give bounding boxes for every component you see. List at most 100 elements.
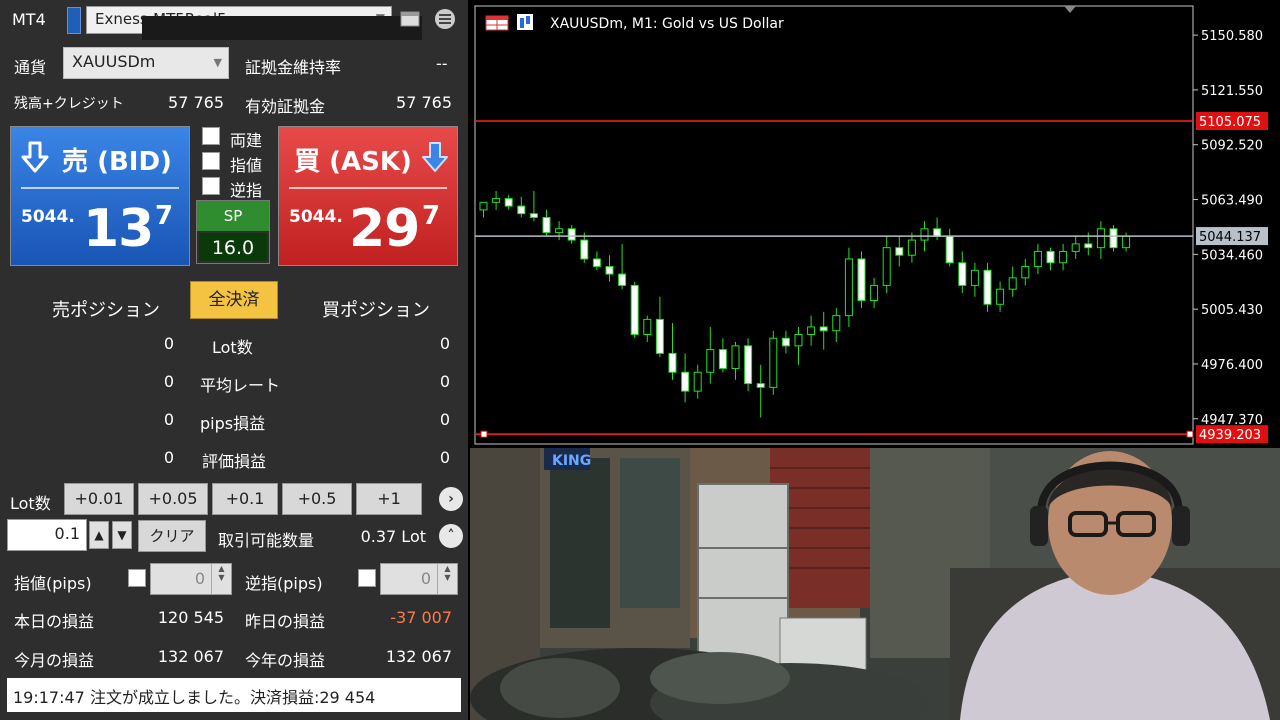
- candle-body: [668, 352, 677, 373]
- candle-body: [1008, 277, 1017, 290]
- divider: [21, 187, 179, 189]
- tradable-value: 0.37 Lot: [360, 527, 426, 546]
- candle-body: [882, 247, 891, 286]
- lot-up-button[interactable]: ▲: [89, 521, 109, 549]
- avg-rate-label: 平均レート: [200, 376, 281, 395]
- candle-body: [643, 318, 652, 335]
- candle-body: [706, 349, 715, 373]
- candle-body: [655, 318, 664, 354]
- divider: [289, 187, 447, 189]
- stop-pips-input[interactable]: 0 ▲ ▼: [380, 563, 458, 595]
- hedge-checkbox[interactable]: [202, 127, 220, 145]
- candle-body: [592, 258, 601, 268]
- limit-checkbox[interactable]: [202, 152, 220, 170]
- candle-body: [983, 269, 992, 305]
- lot-down-button[interactable]: ▼: [112, 521, 132, 549]
- spread-label: SP: [197, 201, 269, 231]
- limit-pips-input[interactable]: 0 ▲ ▼: [150, 563, 232, 595]
- candle-body: [781, 337, 790, 347]
- candle-body: [970, 269, 979, 286]
- equity-label: 有効証拠金: [245, 97, 326, 116]
- lot-add-0-1-button[interactable]: +0.1: [212, 483, 278, 515]
- chart-grid-icon: [485, 15, 509, 31]
- candle-body: [996, 288, 1005, 305]
- yesterday-pl-label: 昨日の損益: [245, 612, 326, 631]
- buy-price-sup: 7: [422, 201, 441, 231]
- candle-body: [1033, 250, 1042, 268]
- candle-body: [567, 228, 576, 241]
- candle-body: [819, 326, 828, 332]
- stop-pips-label: 逆指(pips): [245, 574, 323, 593]
- app-label: MT4: [12, 10, 46, 29]
- candle-body: [580, 239, 589, 260]
- color-tab[interactable]: [67, 7, 81, 34]
- balance-label: 残高+クレジット: [14, 96, 124, 112]
- clear-button[interactable]: クリア: [138, 520, 206, 552]
- candle-body: [542, 216, 551, 234]
- candle-body: [718, 349, 727, 369]
- candle-body: [1046, 250, 1055, 264]
- candle-body: [555, 228, 564, 234]
- sell-eval-pl: 0: [163, 448, 174, 467]
- price-line-label: 5105.075: [1199, 115, 1261, 130]
- top-bar: MT4 Exness-MT5Real5 ▼: [0, 0, 468, 40]
- buy-avg-rate: 0: [439, 372, 450, 391]
- shift-marker-icon: [1064, 6, 1076, 13]
- buy-button[interactable]: 買 (ASK) 5044. 29 7: [278, 126, 458, 266]
- window-icon[interactable]: [400, 10, 420, 28]
- close-all-button[interactable]: 全決済: [190, 281, 278, 319]
- lot-add-0-01-button[interactable]: +0.01: [64, 483, 134, 515]
- y-tick-label: 5063.490: [1201, 194, 1263, 209]
- chevron-right-icon[interactable]: ›: [439, 487, 463, 511]
- lot-add-0-05-button[interactable]: +0.05: [138, 483, 208, 515]
- candle-body: [933, 228, 942, 237]
- candle-body: [794, 334, 803, 347]
- eval-pl-label: 評価損益: [202, 452, 267, 471]
- lot-add-0-5-button[interactable]: +0.5: [282, 483, 352, 515]
- sell-button[interactable]: 売 (BID) 5044. 13 7: [10, 126, 190, 266]
- symbol-value: XAUUSDm: [72, 52, 156, 71]
- candle-body: [605, 266, 614, 275]
- candle-body: [618, 273, 627, 286]
- lot-add-1-button[interactable]: +1: [356, 483, 422, 515]
- symbol-select[interactable]: XAUUSDm ▼: [63, 47, 229, 79]
- candle-body: [630, 284, 639, 335]
- sell-price-main: 13: [83, 199, 154, 259]
- chevron-down-icon: ▼: [213, 56, 222, 69]
- price-line-label: 4939.203: [1199, 428, 1261, 443]
- line-handle-icon: [1186, 430, 1194, 438]
- price-line-label: 5044.137: [1199, 230, 1261, 245]
- chart-title-bar: XAUUSDm, M1: Gold vs US Dollar: [485, 14, 784, 32]
- candle-body: [920, 228, 929, 241]
- sell-positions-label: 売ポジション: [52, 300, 160, 321]
- stop-pips-checkbox[interactable]: [358, 569, 376, 587]
- candle-body: [895, 247, 904, 256]
- candle-layer: [479, 191, 1131, 418]
- chevron-up-icon[interactable]: ˄: [439, 524, 463, 548]
- candle-body: [844, 258, 853, 317]
- margin-level-label: 証拠金維持率: [245, 58, 342, 77]
- candle-body: [1109, 228, 1118, 249]
- candle-body: [1122, 235, 1131, 249]
- spinner-arrows-icon[interactable]: ▲ ▼: [437, 564, 457, 594]
- month-pl-value: 132 067: [157, 647, 224, 666]
- y-tick-label: 5150.580: [1201, 29, 1263, 44]
- candle-body: [492, 198, 501, 203]
- sell-price-prefix: 5044.: [21, 207, 75, 227]
- price-chart[interactable]: 5105.075 5044.137 4939.203 5150.580 5121.55…: [470, 0, 1280, 448]
- limit-pips-checkbox[interactable]: [128, 569, 146, 587]
- menu-icon[interactable]: [434, 8, 456, 30]
- spinner-arrows-icon[interactable]: ▲ ▼: [211, 564, 231, 594]
- today-pl-value: 120 545: [157, 608, 224, 627]
- limit-option-label: 指値: [230, 156, 263, 175]
- yesterday-pl-value: -37 007: [390, 608, 452, 627]
- sell-pips-pl: 0: [163, 410, 174, 429]
- candle-body: [756, 383, 765, 388]
- candle-body: [1096, 228, 1105, 249]
- stop-checkbox[interactable]: [202, 177, 220, 195]
- lot-input[interactable]: 0.1: [7, 519, 87, 551]
- candle-body: [769, 337, 778, 388]
- buy-eval-pl: 0: [439, 448, 450, 467]
- candle-body: [1084, 243, 1093, 249]
- sell-lot-value: 0: [163, 334, 174, 353]
